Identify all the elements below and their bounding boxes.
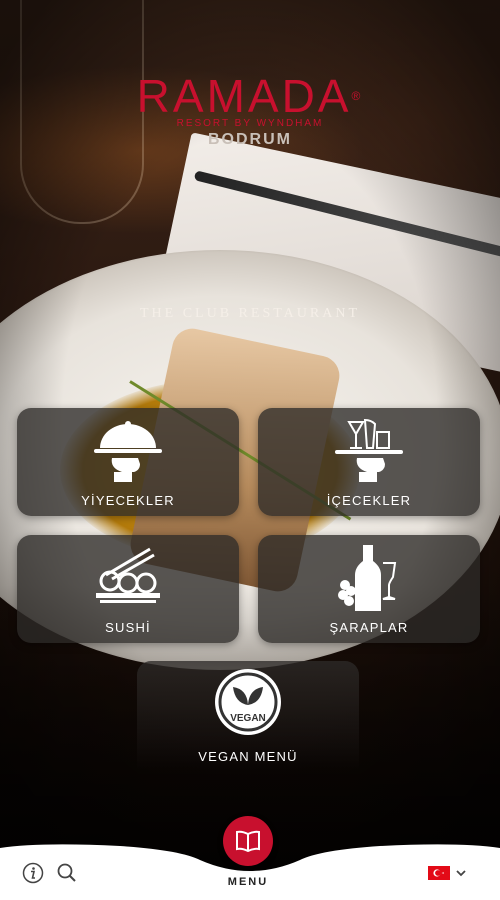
hotel-logo: RAMADA® RESORT BY WYNDHAM BODRUM xyxy=(0,72,500,149)
vegan-label: VEGAN MENÜ xyxy=(198,749,298,764)
category-tile-saraplar[interactable]: ŞARAPLAR xyxy=(258,535,480,643)
food-cloche-icon xyxy=(94,421,162,482)
vegan-badge-text: VEGAN xyxy=(230,713,266,724)
vegan-leaf-icon: VEGAN xyxy=(215,669,281,735)
search-icon[interactable] xyxy=(56,862,78,884)
wine-bottle-icon xyxy=(338,545,397,611)
category-label: İÇECEKLER xyxy=(326,493,412,508)
open-book-icon xyxy=(236,830,260,852)
language-selector[interactable] xyxy=(428,864,476,882)
sushi-icon xyxy=(96,547,160,603)
category-label: SUSHİ xyxy=(105,620,151,635)
logo-subtitle: RESORT BY WYNDHAM xyxy=(176,118,324,129)
logo-registered: ® xyxy=(351,89,364,103)
chevron-down-icon xyxy=(456,870,466,877)
category-tile-icecekler[interactable]: İÇECEKLER xyxy=(258,408,480,516)
category-label: ŞARAPLAR xyxy=(329,620,409,635)
info-icon[interactable] xyxy=(22,862,44,884)
category-label: YİYECEKLER xyxy=(81,493,175,508)
logo-city: BODRUM xyxy=(208,131,292,148)
category-tile-sushi[interactable]: SUSHİ xyxy=(17,535,239,643)
category-tile-yiyecekler[interactable]: YİYECEKLER xyxy=(17,408,239,516)
category-tile-vegan[interactable]: VEGAN VEGAN MENÜ xyxy=(137,661,359,769)
turkey-flag-icon xyxy=(428,866,450,880)
menu-button[interactable] xyxy=(223,816,273,866)
drinks-tray-icon xyxy=(335,418,403,482)
logo-brand: RAMADA xyxy=(136,70,352,122)
restaurant-title: THE CLUB RESTAURANT xyxy=(140,306,360,321)
